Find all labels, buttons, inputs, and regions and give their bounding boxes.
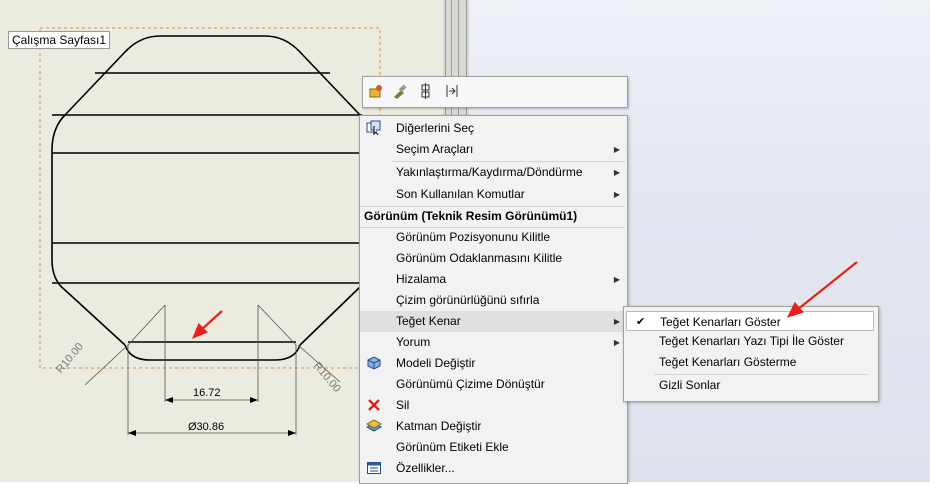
checkmark-icon: ✔	[636, 316, 646, 328]
align-icon[interactable]	[417, 82, 435, 100]
part-outline	[51, 35, 362, 361]
context-mini-toolbar	[362, 76, 628, 108]
delete-icon	[366, 397, 382, 413]
submenu-item-hidden-ends[interactable]: Gizli Sonlar	[626, 375, 874, 395]
menu-item-recent-commands[interactable]: Son Kullanılan Komutlar ▶	[360, 184, 627, 205]
menu-item-annotation[interactable]: Yorum ▶	[360, 332, 627, 353]
submenu-arrow-icon: ▶	[613, 317, 620, 326]
menu-item-delete[interactable]: Sil	[360, 395, 627, 416]
dimension-lines	[84, 304, 341, 435]
submenu-arrow-icon: ▶	[613, 190, 620, 199]
menu-item-lock-view-focus[interactable]: Görünüm Odaklanmasını Kilitle	[360, 248, 627, 269]
menu-item-properties[interactable]: Özellikler...	[360, 458, 627, 479]
menu-item-lock-view-position[interactable]: Görünüm Pozisyonunu Kilitle	[360, 227, 627, 248]
submenu-arrow-icon: ▶	[613, 145, 620, 154]
menu-item-select-other[interactable]: Diğerlerini Seç	[360, 118, 627, 139]
dimension-diameter[interactable]: Ø30.86	[188, 421, 224, 433]
tangent-edge-submenu: ✔ Teğet Kenarları Göster Teğet Kenarları…	[623, 306, 879, 402]
menu-item-change-layer[interactable]: Katman Değiştir	[360, 416, 627, 437]
menu-section-header: Görünüm (Teknik Resim Görünümü1)	[364, 209, 578, 223]
menu-item-tangent-edge[interactable]: Teğet Kenar ▶	[360, 311, 627, 332]
menu-item-selection-tools[interactable]: Seçim Araçları ▶	[360, 139, 627, 160]
properties-brush-icon[interactable]	[391, 82, 409, 100]
submenu-item-hide-tangent-edges[interactable]: Teğet Kenarları Gösterme	[626, 352, 874, 372]
submenu-arrow-icon: ▶	[613, 168, 620, 177]
submenu-item-show-tangent-edges-with-font[interactable]: Teğet Kenarları Yazı Tipi İle Göster	[626, 331, 874, 351]
submenu-arrow-icon: ▶	[613, 338, 620, 347]
menu-item-replace-model[interactable]: Modeli Değiştir	[360, 353, 627, 374]
menu-item-alignment[interactable]: Hizalama ▶	[360, 269, 627, 290]
layer-icon	[366, 418, 382, 434]
submenu-arrow-icon: ▶	[613, 275, 620, 284]
layer-icon[interactable]	[443, 82, 461, 100]
smart-dimension-icon[interactable]	[367, 82, 385, 100]
menu-item-reset-sketch-visibility[interactable]: Çizim görünürlüğünü sıfırla	[360, 290, 627, 311]
context-menu: Diğerlerini Seç Seçim Araçları ▶ Yakınla…	[359, 115, 628, 484]
dimension-width-inner[interactable]: 16.72	[193, 387, 221, 399]
properties-icon	[366, 460, 382, 476]
menu-item-add-view-label[interactable]: Görünüm Etiketi Ekle	[360, 437, 627, 458]
sheet-tab-label[interactable]: Çalışma Sayfası1	[8, 31, 111, 49]
select-other-icon	[366, 120, 382, 136]
menu-item-zoom-pan-rotate[interactable]: Yakınlaştırma/Kaydırma/Döndürme ▶	[360, 162, 627, 183]
model-icon	[366, 355, 382, 371]
submenu-item-show-tangent-edges[interactable]: ✔ Teğet Kenarları Göster	[626, 311, 874, 331]
menu-item-convert-view-to-sketch[interactable]: Görünümü Çizime Dönüştür	[360, 374, 627, 395]
